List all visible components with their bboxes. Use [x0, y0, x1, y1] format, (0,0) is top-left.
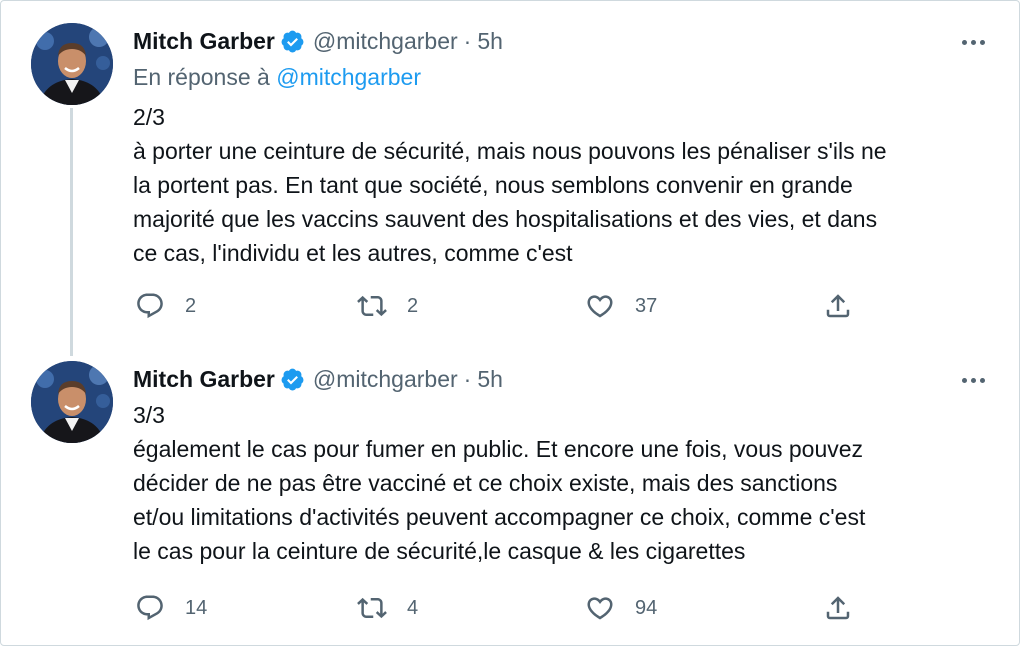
tweet-text: 2/3 à porter une ceinture de sécurité, m… — [133, 100, 993, 270]
share-icon — [826, 596, 850, 620]
share-icon — [826, 294, 850, 318]
verified-badge-icon — [281, 30, 304, 52]
avatar[interactable] — [31, 23, 113, 105]
heart-icon — [587, 597, 613, 620]
verified-badge-icon — [281, 368, 304, 390]
more-options-icon[interactable] — [955, 27, 991, 57]
tweet-text-line: décider de ne pas être vacciné et ce cho… — [133, 470, 838, 496]
retweet-icon — [357, 597, 387, 619]
tweet[interactable]: Mitch Garber @mitchgarber · 5h 3/3 égale… — [1, 341, 1020, 647]
tweet-header: Mitch Garber @mitchgarber · 5h — [133, 364, 503, 394]
retweet-icon — [357, 295, 387, 317]
reply-mention-link[interactable]: @mitchgarber — [276, 64, 421, 90]
like-button[interactable]: 37 — [585, 288, 657, 324]
tweet-actions: 14 4 94 — [133, 590, 863, 626]
reply-prefix: En réponse à — [133, 64, 270, 90]
author-handle[interactable]: @mitchgarber — [313, 28, 458, 55]
reply-button[interactable]: 2 — [135, 288, 196, 324]
tweet-text-line: 3/3 — [133, 402, 165, 428]
separator-dot: · — [463, 365, 472, 392]
author-handle[interactable]: @mitchgarber — [313, 366, 458, 393]
reply-button[interactable]: 14 — [135, 590, 207, 626]
avatar[interactable] — [31, 361, 113, 443]
more-options-icon[interactable] — [955, 365, 991, 395]
reply-count: 2 — [185, 294, 197, 317]
heart-icon — [587, 295, 613, 318]
tweet-text-line: également le cas pour fumer en public. E… — [133, 436, 864, 462]
tweet-text-line: à porter une ceinture de sécurité, mais … — [133, 138, 887, 164]
tweet-text-line: et/ou limitations d'activités peuvent ac… — [133, 504, 866, 530]
tweet-text: 3/3 également le cas pour fumer en publi… — [133, 398, 993, 568]
timestamp[interactable]: 5h — [477, 28, 503, 55]
retweet-count: 4 — [407, 596, 419, 619]
reply-context: En réponse à @mitchgarber — [133, 64, 421, 91]
like-count: 37 — [635, 294, 658, 317]
retweet-count: 2 — [407, 294, 419, 317]
like-count: 94 — [635, 596, 658, 619]
tweet-text-line: le cas pour la ceinture de sécurité,le c… — [133, 538, 746, 564]
reply-icon — [137, 293, 163, 319]
tweet-header: Mitch Garber @mitchgarber · 5h — [133, 26, 503, 56]
retweet-button[interactable]: 4 — [357, 590, 418, 626]
tweet[interactable]: Mitch Garber @mitchgarber · 5h En répons… — [1, 1, 1020, 341]
retweet-button[interactable]: 2 — [357, 288, 418, 324]
tweet-thread: Mitch Garber @mitchgarber · 5h En répons… — [0, 0, 1020, 646]
author-name[interactable]: Mitch Garber — [133, 366, 275, 393]
share-button[interactable] — [823, 288, 853, 324]
tweet-text-line: majorité que les vaccins sauvent des hos… — [133, 206, 878, 232]
timestamp[interactable]: 5h — [477, 366, 503, 393]
like-button[interactable]: 94 — [585, 590, 657, 626]
author-name[interactable]: Mitch Garber — [133, 28, 275, 55]
tweet-text-line: 2/3 — [133, 104, 165, 130]
tweet-actions: 2 2 37 — [133, 288, 863, 324]
tweet-text-line: ce cas, l'individu et les autres, comme … — [133, 240, 573, 266]
reply-count: 14 — [185, 596, 208, 619]
reply-icon — [137, 595, 163, 621]
separator-dot: · — [463, 27, 472, 54]
share-button[interactable] — [823, 590, 853, 626]
tweet-text-line: la portent pas. En tant que société, nou… — [133, 172, 853, 198]
